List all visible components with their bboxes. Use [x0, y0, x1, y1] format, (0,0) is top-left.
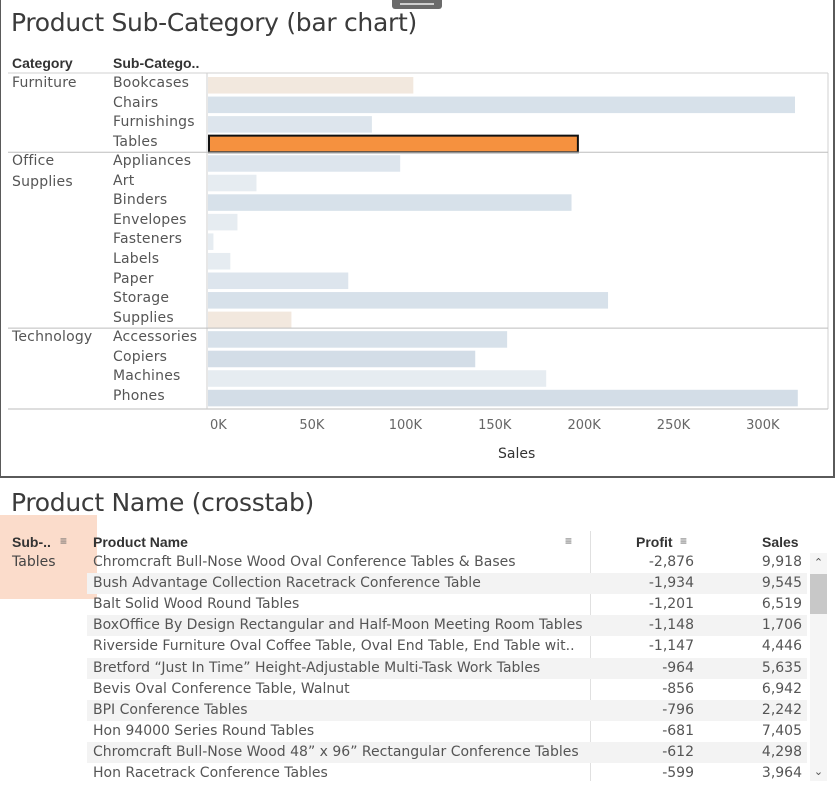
category-label[interactable]: Furniture: [12, 75, 77, 91]
bar-labels[interactable]: [208, 252, 231, 270]
product-name-cell[interactable]: BoxOffice By Design Rectangular and Half…: [93, 617, 583, 633]
profit-cell[interactable]: -1,148: [620, 617, 694, 633]
product-name-cell[interactable]: Hon 94000 Series Round Tables: [93, 723, 314, 739]
profit-cell[interactable]: -681: [620, 723, 694, 739]
subcategory-label[interactable]: Bookcases: [113, 75, 189, 91]
sales-cell[interactable]: 6,942: [730, 681, 802, 697]
sheet2-title: Product Name (crosstab): [11, 488, 314, 517]
sales-cell[interactable]: 2,242: [730, 702, 802, 718]
column-header-product-name[interactable]: Product Name: [93, 534, 188, 550]
sales-cell[interactable]: 5,635: [730, 660, 802, 676]
sort-icon[interactable]: ≡: [565, 534, 572, 548]
product-name-cell[interactable]: Bretford “Just In Time” Height-Adjustabl…: [93, 660, 540, 676]
x-axis-title: Sales: [498, 446, 536, 462]
profit-cell[interactable]: -1,147: [620, 638, 694, 654]
bar-fasteners[interactable]: [208, 233, 214, 250]
subcategory-label[interactable]: Fasteners: [113, 231, 182, 247]
subcategory-label[interactable]: Labels: [113, 251, 159, 267]
sub-category-cell[interactable]: Tables: [12, 554, 56, 570]
subcategory-label[interactable]: Paper: [113, 271, 154, 287]
product-name-cell[interactable]: BPI Conference Tables: [93, 702, 248, 718]
x-tick-label: 0K: [210, 418, 227, 433]
product-name-cell[interactable]: Hon Racetrack Conference Tables: [93, 765, 328, 781]
profit-cell[interactable]: -612: [620, 744, 694, 760]
bar-phones[interactable]: [208, 389, 798, 407]
sales-cell[interactable]: 9,918: [730, 554, 802, 570]
sales-cell[interactable]: 4,446: [730, 638, 802, 654]
product-name-cell[interactable]: Balt Solid Wood Round Tables: [93, 596, 299, 612]
bar-appliances[interactable]: [208, 155, 401, 172]
profit-cell[interactable]: -796: [620, 702, 694, 718]
category-label[interactable]: Supplies: [12, 174, 73, 190]
bar-tables[interactable]: [208, 134, 579, 154]
bar-art[interactable]: [208, 174, 257, 192]
sales-cell[interactable]: 6,519: [730, 596, 802, 612]
bar-machines[interactable]: [208, 370, 547, 387]
bar-bookcases[interactable]: [208, 77, 414, 94]
x-tick-label: 300K: [746, 418, 780, 433]
category-label[interactable]: Technology: [12, 329, 92, 345]
product-name-cell[interactable]: Riverside Furniture Oval Coffee Table, O…: [93, 638, 575, 654]
profit-cell[interactable]: -856: [620, 681, 694, 697]
subcategory-label[interactable]: Machines: [113, 368, 181, 384]
x-tick-label: 150K: [478, 418, 512, 433]
subcategory-label[interactable]: Binders: [113, 192, 167, 208]
sales-cell[interactable]: 9,545: [730, 575, 802, 591]
profit-cell[interactable]: -599: [620, 765, 694, 781]
x-tick-label: 250K: [656, 418, 691, 433]
column-header-profit[interactable]: Profit: [636, 534, 673, 550]
x-tick-label: 200K: [567, 418, 601, 433]
bar-chairs[interactable]: [208, 96, 795, 114]
subcategory-label[interactable]: Envelopes: [113, 212, 187, 228]
x-tick-label: 50K: [299, 418, 325, 433]
profit-cell[interactable]: -2,876: [620, 554, 694, 570]
sales-cell[interactable]: 3,964: [730, 765, 802, 781]
sort-icon[interactable]: ≡: [680, 534, 687, 548]
subcategory-label[interactable]: Accessories: [113, 329, 197, 345]
product-name-cell[interactable]: Chromcraft Bull-Nose Wood Oval Conferenc…: [93, 554, 516, 570]
x-tick-label: 100K: [388, 418, 423, 433]
subcategory-label[interactable]: Art: [113, 173, 134, 189]
chevron-up-icon[interactable]: ⌃: [810, 553, 827, 573]
bar-copiers[interactable]: [208, 350, 476, 368]
column-header-sub[interactable]: Sub-..: [12, 534, 51, 550]
chevron-down-icon[interactable]: ⌄: [810, 762, 827, 782]
subcategory-label[interactable]: Chairs: [113, 95, 158, 111]
column-header-sales[interactable]: Sales: [762, 534, 799, 550]
bar-paper[interactable]: [208, 272, 349, 290]
bar-accessories[interactable]: [208, 331, 508, 348]
subcategory-label[interactable]: Furnishings: [113, 114, 195, 130]
product-name-cell[interactable]: Bush Advantage Collection Racetrack Conf…: [93, 575, 481, 591]
scrollbar-thumb[interactable]: [810, 574, 827, 614]
bar-binders[interactable]: [208, 194, 572, 211]
bar-supplies[interactable]: [208, 311, 292, 329]
subcategory-label[interactable]: Appliances: [113, 153, 191, 169]
profit-cell[interactable]: -1,201: [620, 596, 694, 612]
subcategory-label[interactable]: Tables: [113, 134, 158, 150]
sales-cell[interactable]: 7,405: [730, 723, 802, 739]
sort-icon[interactable]: ≡: [60, 534, 67, 548]
bar-furnishings[interactable]: [208, 116, 372, 133]
bar-envelopes[interactable]: [208, 213, 238, 231]
sales-cell[interactable]: 1,706: [730, 617, 802, 633]
sales-cell[interactable]: 4,298: [730, 744, 802, 760]
product-name-cell[interactable]: Chromcraft Bull-Nose Wood 48” x 96” Rect…: [93, 744, 579, 760]
product-name-cell[interactable]: Bevis Oval Conference Table, Walnut: [93, 681, 350, 697]
bar-storage[interactable]: [208, 292, 609, 309]
profit-cell[interactable]: -964: [620, 660, 694, 676]
subcategory-label[interactable]: Supplies: [113, 310, 174, 326]
profit-cell[interactable]: -1,934: [620, 575, 694, 591]
category-label[interactable]: Office: [12, 153, 54, 169]
subcategory-label[interactable]: Copiers: [113, 349, 167, 365]
subcategory-label[interactable]: Phones: [113, 388, 165, 404]
subcategory-label[interactable]: Storage: [113, 290, 169, 306]
